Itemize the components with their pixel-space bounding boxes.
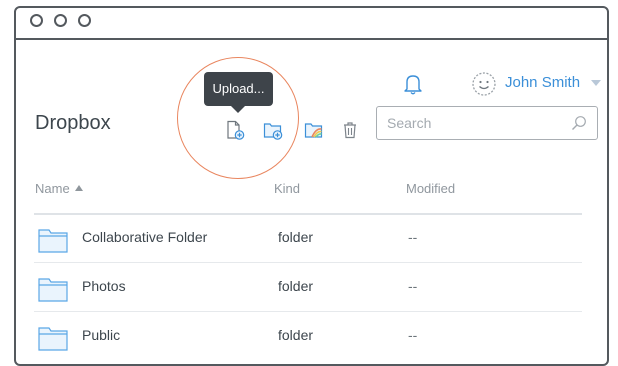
search-box — [376, 106, 598, 140]
column-header-modified[interactable]: Modified — [406, 181, 455, 196]
folder-icon — [38, 327, 68, 351]
row-modified: -- — [408, 278, 418, 294]
folder-icon — [38, 229, 68, 253]
table-row[interactable]: Collaborative Folder folder -- — [34, 215, 582, 263]
column-header-name-label: Name — [35, 181, 70, 196]
row-name: Photos — [82, 278, 126, 294]
avatar-icon[interactable] — [471, 71, 497, 97]
window-close-button[interactable] — [30, 14, 43, 27]
page-title: Dropbox — [35, 112, 111, 134]
row-kind: folder — [278, 229, 314, 245]
row-divider — [34, 262, 582, 263]
sort-ascending-icon — [74, 185, 83, 191]
row-modified: -- — [408, 229, 418, 245]
app-window: Dropbox John Smith Upload... Search Name… — [14, 6, 609, 366]
row-modified: -- — [408, 327, 418, 343]
chevron-down-icon[interactable] — [591, 80, 601, 86]
window-maximize-button[interactable] — [78, 14, 91, 27]
bell-icon[interactable] — [402, 72, 424, 96]
row-name: Public — [82, 327, 121, 343]
row-kind: folder — [278, 278, 314, 294]
row-divider — [34, 311, 582, 312]
share-folder-icon[interactable] — [304, 120, 324, 140]
user-name[interactable]: John Smith — [505, 74, 580, 91]
search-input[interactable] — [387, 107, 557, 139]
trash-icon[interactable] — [340, 120, 360, 140]
folder-icon — [38, 278, 68, 302]
search-icon[interactable] — [571, 115, 587, 131]
upload-tooltip: Upload... — [204, 72, 273, 106]
table-row[interactable]: Public folder -- — [34, 313, 582, 361]
column-header-kind[interactable]: Kind — [274, 181, 300, 196]
row-name: Collaborative Folder — [82, 229, 208, 245]
window-minimize-button[interactable] — [54, 14, 67, 27]
row-kind: folder — [278, 327, 314, 343]
upload-file-icon[interactable] — [225, 120, 245, 140]
window-titlebar — [16, 8, 607, 40]
column-header-name[interactable]: Name — [35, 181, 83, 196]
new-folder-icon[interactable] — [263, 120, 283, 140]
table-row[interactable]: Photos folder -- — [34, 264, 582, 312]
tooltip-arrow — [231, 106, 245, 113]
